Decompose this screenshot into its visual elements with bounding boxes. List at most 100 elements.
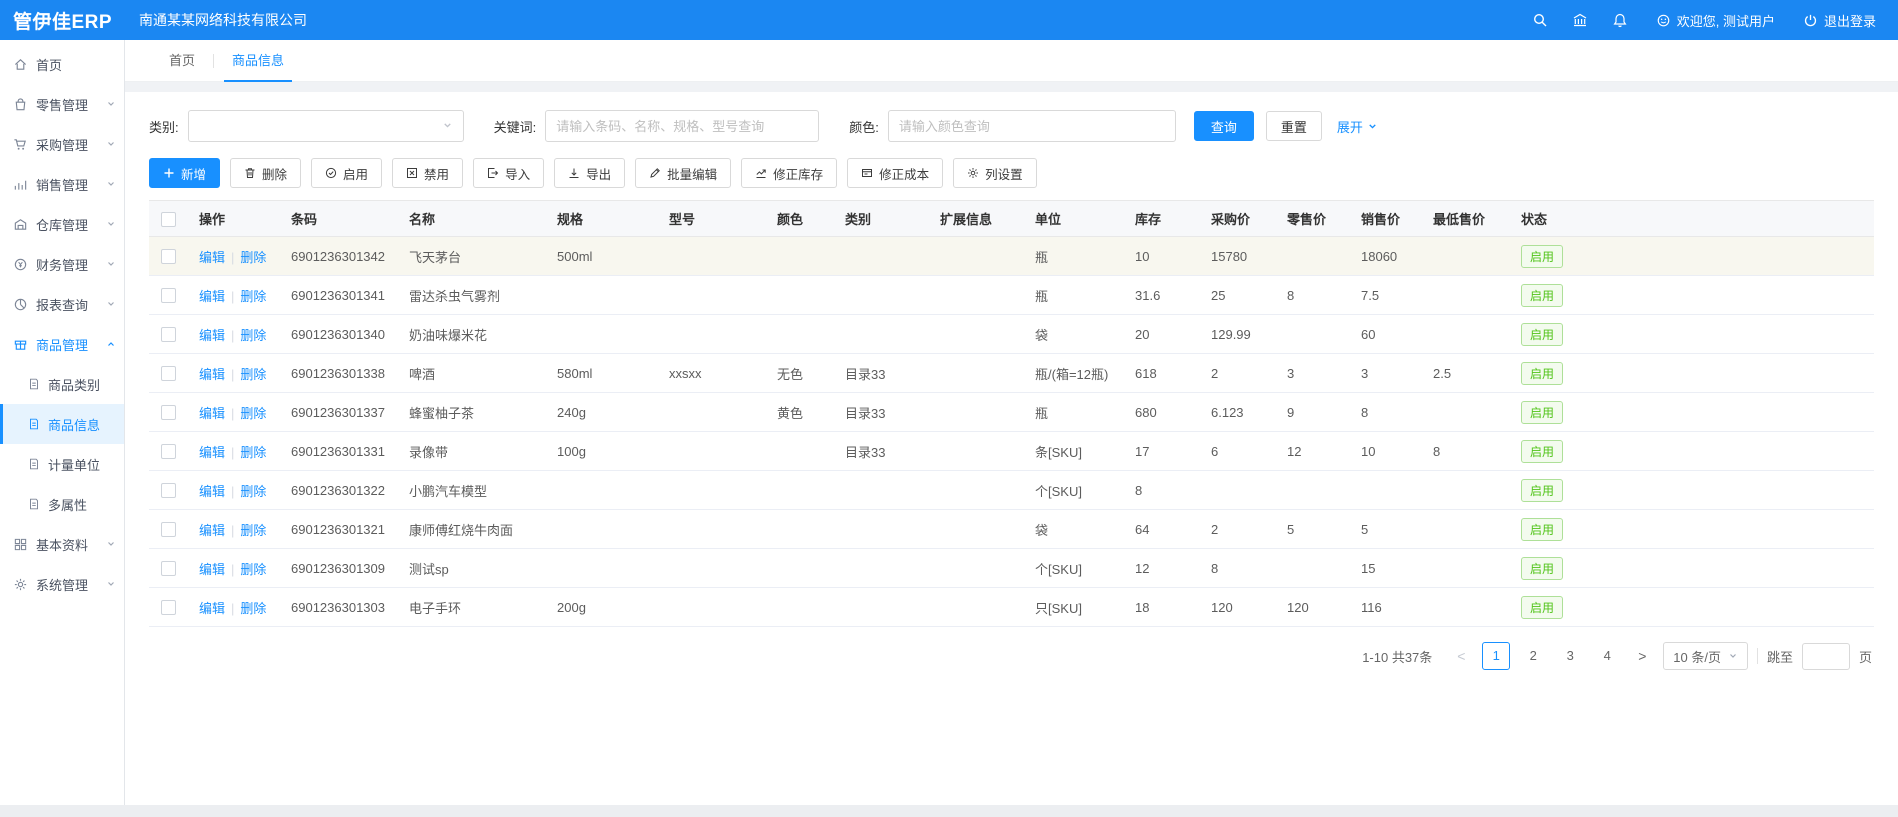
row-checkbox[interactable] [161, 444, 176, 459]
page-button-2[interactable]: 2 [1519, 642, 1547, 670]
cell-purchase-price: 6 [1199, 432, 1275, 471]
edit-link[interactable]: 编辑 [199, 601, 225, 616]
sidebar-item-purchase[interactable]: 采购管理 [0, 124, 124, 164]
disable-button[interactable]: 禁用 [392, 158, 463, 188]
cell-spec: 500ml [545, 237, 657, 276]
delete-link[interactable]: 删除 [240, 406, 266, 421]
row-checkbox[interactable] [161, 561, 176, 576]
edit-link[interactable]: 编辑 [199, 328, 225, 343]
status-badge[interactable]: 启用 [1521, 518, 1563, 541]
prev-page-button[interactable]: < [1449, 648, 1473, 664]
enable-button[interactable]: 启用 [311, 158, 382, 188]
delete-link[interactable]: 删除 [240, 328, 266, 343]
sidebar-item-multi-attribute[interactable]: 多属性 [0, 484, 124, 524]
col-spec: 规格 [545, 201, 657, 237]
select-all-checkbox[interactable] [161, 212, 176, 227]
bank-icon[interactable] [1572, 12, 1588, 28]
status-badge[interactable]: 启用 [1521, 245, 1563, 268]
batch-edit-button[interactable]: 批量编辑 [635, 158, 731, 188]
edit-link[interactable]: 编辑 [199, 289, 225, 304]
delete-button[interactable]: 删除 [230, 158, 301, 188]
delete-link[interactable]: 删除 [240, 367, 266, 382]
fix-stock-button[interactable]: 修正库存 [741, 158, 837, 188]
sidebar-item-sales[interactable]: 销售管理 [0, 164, 124, 204]
edit-link[interactable]: 编辑 [199, 367, 225, 382]
sidebar-item-product-info[interactable]: 商品信息 [0, 404, 124, 444]
status-badge[interactable]: 启用 [1521, 440, 1563, 463]
cell-unit: 只[SKU] [1023, 588, 1123, 627]
cell-barcode: 6901236301321 [279, 510, 397, 549]
edit-link[interactable]: 编辑 [199, 406, 225, 421]
sidebar-item-system[interactable]: 系统管理 [0, 564, 124, 604]
delete-link[interactable]: 删除 [240, 562, 266, 577]
cell-min-price [1421, 471, 1509, 510]
sidebar-item-measure-unit[interactable]: 计量单位 [0, 444, 124, 484]
logout-button[interactable]: 退出登录 [1803, 11, 1876, 30]
status-badge[interactable]: 启用 [1521, 596, 1563, 619]
sidebar-item-product-category[interactable]: 商品类别 [0, 364, 124, 404]
export-button[interactable]: 导出 [554, 158, 625, 188]
delete-link[interactable]: 删除 [240, 523, 266, 538]
row-checkbox[interactable] [161, 249, 176, 264]
row-checkbox[interactable] [161, 600, 176, 615]
sidebar-item-finance[interactable]: 财务管理 [0, 244, 124, 284]
status-badge[interactable]: 启用 [1521, 479, 1563, 502]
row-checkbox[interactable] [161, 366, 176, 381]
tab-product-info[interactable]: 商品信息 [214, 40, 302, 82]
row-checkbox[interactable] [161, 327, 176, 342]
edit-link[interactable]: 编辑 [199, 250, 225, 265]
row-checkbox[interactable] [161, 522, 176, 537]
sidebar-item-warehouse[interactable]: 仓库管理 [0, 204, 124, 244]
expand-link[interactable]: 展开 [1337, 117, 1378, 136]
edit-link[interactable]: 编辑 [199, 484, 225, 499]
fix-cost-button[interactable]: 修正成本 [847, 158, 943, 188]
page-button-1[interactable]: 1 [1482, 642, 1510, 670]
jump-page-input[interactable] [1802, 643, 1850, 670]
category-select[interactable] [188, 110, 464, 142]
cell-color [765, 510, 833, 549]
edit-link[interactable]: 编辑 [199, 562, 225, 577]
delete-link[interactable]: 删除 [240, 484, 266, 499]
cell-sale-price [1349, 471, 1421, 510]
status-badge[interactable]: 启用 [1521, 401, 1563, 424]
reset-button[interactable]: 重置 [1266, 111, 1322, 141]
cell-actions: 编辑|删除 [187, 471, 279, 510]
delete-link[interactable]: 删除 [240, 250, 266, 265]
edit-link[interactable]: 编辑 [199, 445, 225, 460]
status-badge[interactable]: 启用 [1521, 284, 1563, 307]
page-button-4[interactable]: 4 [1593, 642, 1621, 670]
delete-link[interactable]: 删除 [240, 445, 266, 460]
sidebar-item-product-management[interactable]: 商品管理 [0, 324, 124, 364]
cell-retail-price [1275, 549, 1349, 588]
status-badge[interactable]: 启用 [1521, 557, 1563, 580]
row-checkbox[interactable] [161, 405, 176, 420]
import-button[interactable]: 导入 [473, 158, 544, 188]
sidebar-item-retail[interactable]: 零售管理 [0, 84, 124, 124]
bell-icon[interactable] [1612, 12, 1628, 28]
status-badge[interactable]: 启用 [1521, 323, 1563, 346]
tab-home[interactable]: 首页 [151, 40, 213, 82]
column-settings-button[interactable]: 列设置 [953, 158, 1037, 188]
sidebar-item-label: 系统管理 [36, 575, 88, 594]
sidebar-item-reports[interactable]: 报表查询 [0, 284, 124, 324]
row-checkbox[interactable] [161, 483, 176, 498]
search-button[interactable]: 查询 [1194, 111, 1254, 141]
sidebar-item-base-data[interactable]: 基本资料 [0, 524, 124, 564]
edit-link[interactable]: 编辑 [199, 523, 225, 538]
color-input[interactable] [888, 110, 1176, 142]
table-row: 编辑|删除 6901236301341 雷达杀虫气雾剂 瓶 31.6 25 8 … [149, 276, 1874, 315]
delete-link[interactable]: 删除 [240, 289, 266, 304]
page-size-select[interactable]: 10 条/页 [1663, 642, 1748, 670]
add-button[interactable]: 新增 [149, 158, 220, 188]
cell-barcode: 6901236301342 [279, 237, 397, 276]
keyword-input[interactable] [545, 110, 819, 142]
sidebar-item-home[interactable]: 首页 [0, 44, 124, 84]
user-menu[interactable]: 欢迎您, 测试用户 [1656, 11, 1775, 30]
delete-link[interactable]: 删除 [240, 601, 266, 616]
row-checkbox[interactable] [161, 288, 176, 303]
status-badge[interactable]: 启用 [1521, 362, 1563, 385]
page-button-3[interactable]: 3 [1556, 642, 1584, 670]
next-page-button[interactable]: > [1630, 648, 1654, 664]
search-icon[interactable] [1532, 12, 1548, 28]
cell-purchase-price: 2 [1199, 354, 1275, 393]
